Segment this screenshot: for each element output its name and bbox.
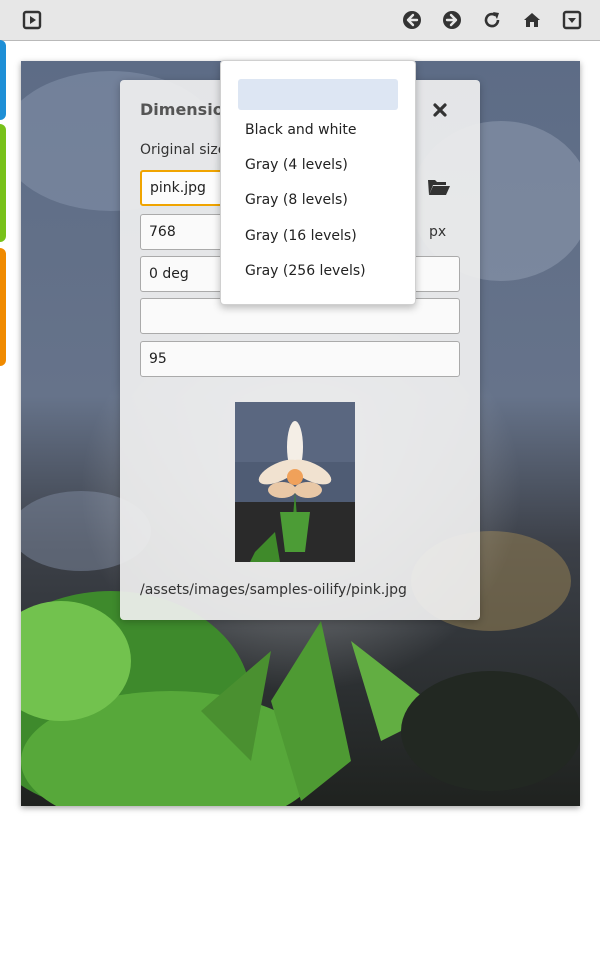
image-path: /assets/images/samples-oilify/pink.jpg	[140, 582, 407, 598]
file-select-value: pink.jpg	[150, 180, 206, 196]
side-tab-orange[interactable]	[0, 248, 6, 366]
menu-item-gray-256[interactable]: Gray (256 levels)	[245, 263, 366, 279]
top-toolbar	[0, 0, 600, 41]
play-box-icon[interactable]	[20, 8, 44, 32]
dropdown-box-icon[interactable]	[560, 8, 584, 32]
arrow-left-icon[interactable]	[400, 8, 424, 32]
image-thumbnail	[235, 402, 355, 562]
color-mode-menu: Black and white Gray (4 levels) Gray (8 …	[220, 60, 416, 305]
original-size-label: Original size	[140, 142, 227, 158]
refresh-icon[interactable]	[480, 8, 504, 32]
width-value: 768	[149, 224, 176, 240]
quality-value: 95	[149, 351, 167, 367]
quality-input[interactable]: 95	[140, 341, 460, 377]
arrow-right-icon[interactable]	[440, 8, 464, 32]
menu-item-gray-16[interactable]: Gray (16 levels)	[245, 228, 357, 244]
menu-item-empty[interactable]	[238, 79, 398, 110]
side-tab-blue[interactable]	[0, 40, 6, 120]
home-icon[interactable]	[520, 8, 544, 32]
menu-item-gray-8[interactable]: Gray (8 levels)	[245, 192, 348, 208]
close-icon[interactable]	[430, 100, 450, 120]
unit-label: px	[429, 224, 447, 240]
side-tab-green[interactable]	[0, 124, 6, 242]
menu-item-gray-4[interactable]: Gray (4 levels)	[245, 157, 348, 173]
angle-value: 0 deg	[149, 266, 189, 282]
folder-open-icon[interactable]	[426, 176, 452, 198]
menu-item-black-white[interactable]: Black and white	[245, 122, 356, 138]
